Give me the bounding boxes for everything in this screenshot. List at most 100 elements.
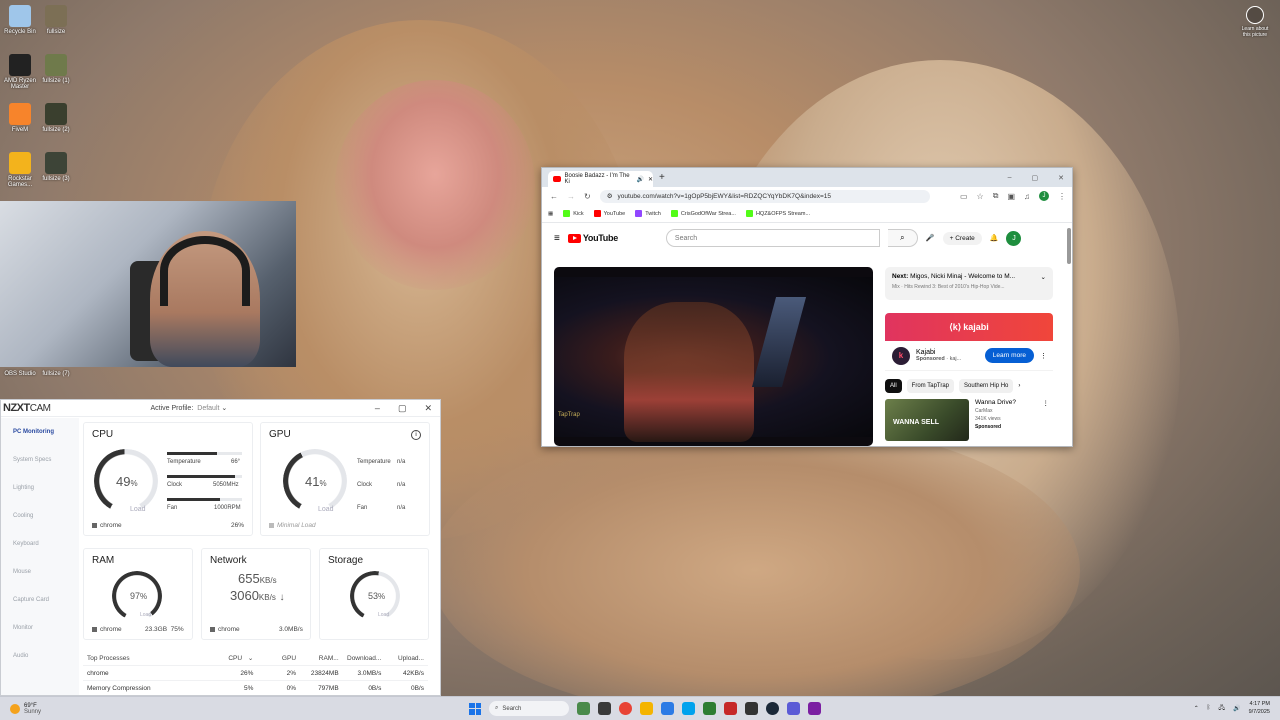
xbox-icon[interactable]	[703, 702, 716, 715]
column-header[interactable]: Download...	[343, 655, 386, 662]
speaker-icon[interactable]: 🔊	[636, 176, 643, 183]
ram-card[interactable]: RAM 97% Load chrome 23.3GB 75%	[83, 548, 193, 640]
new-tab-button[interactable]: +	[659, 172, 665, 183]
volume-icon[interactable]: 🔊	[1233, 705, 1240, 712]
learn-about-picture[interactable]: Learn about this picture	[1238, 6, 1272, 38]
desktop-icon-rockstar[interactable]: Rockstar Games...	[0, 152, 40, 188]
reload-icon[interactable]: ↻	[584, 192, 591, 201]
forward-icon[interactable]: →	[567, 192, 575, 201]
bookmark-crisgodofwar[interactable]: CrisGodOfWar Strea...	[670, 210, 736, 217]
bookmark-twitch[interactable]: Twitch	[635, 210, 661, 217]
bookmark-kick[interactable]: Kick	[563, 210, 584, 217]
extensions-icon[interactable]: ⧉	[993, 191, 999, 201]
browser-tab[interactable]: Boosie Badazz - I'm The Ki 🔊 ✕	[548, 171, 653, 187]
taskbar-app-icon[interactable]	[724, 702, 737, 715]
chevron-up-icon[interactable]: ⌃	[1194, 705, 1199, 712]
desktop-icon-amd-ryzen-master[interactable]: AMD Ryzen Master	[0, 54, 40, 90]
video-player[interactable]: TapTrap	[554, 267, 873, 446]
tab-close-icon[interactable]: ✕	[648, 176, 653, 183]
cpu-card[interactable]: CPU 49% Load Temperature 66° Clock 5050M…	[83, 422, 253, 536]
chevron-right-icon[interactable]: ›	[1018, 383, 1020, 389]
sidebar-item-capture-card[interactable]: Capture Card	[1, 586, 79, 614]
youtube-logo[interactable]: YouTube	[567, 233, 618, 243]
more-options-icon[interactable]: ⋮	[1043, 399, 1050, 441]
desktop-icon-fullsize[interactable]: fullsize	[36, 5, 76, 35]
column-header[interactable]: Upload...	[385, 655, 428, 662]
desktop-icon-fullsize-2[interactable]: fullsize (2)	[36, 103, 76, 133]
address-bar[interactable]: ⚙ youtube.com/watch?v=1gOpP5bjEWY&list=R…	[599, 189, 930, 203]
profile-avatar[interactable]: J	[1039, 191, 1049, 201]
taskbar-app-icon[interactable]	[598, 702, 611, 715]
sidebar-item-lighting[interactable]: Lighting	[1, 474, 79, 502]
chip-southern-hip-hop[interactable]: Southern Hip Ho	[959, 379, 1014, 393]
desktop-icon-fullsize-1[interactable]: fullsize (1)	[36, 54, 76, 84]
column-header[interactable]: CPU ⌄	[215, 654, 258, 662]
desktop-icon-fivem[interactable]: FiveM	[0, 103, 40, 133]
taskbar-app-icon[interactable]	[661, 702, 674, 715]
minimize-icon[interactable]: –	[1008, 174, 1012, 182]
desktop-icon-fullsize-7[interactable]: fullsize (7)	[36, 371, 76, 377]
chip-from-taptrap[interactable]: From TapTrap	[906, 379, 955, 393]
storage-card[interactable]: Storage 53% Load	[319, 548, 429, 640]
learn-more-button[interactable]: Learn more	[984, 348, 1034, 363]
sidebar-item-monitor[interactable]: Monitor	[1, 614, 79, 642]
bookmark-star-icon[interactable]: ☆	[977, 192, 984, 201]
taskbar-search[interactable]: ⌕ Search	[489, 701, 569, 716]
clock[interactable]: 4:17 PM 9/7/2025	[1249, 700, 1270, 716]
bluetooth-icon[interactable]: ᛒ	[1207, 705, 1211, 711]
minimize-icon[interactable]: –	[375, 403, 380, 414]
desktop-icon-recycle-bin[interactable]: Recycle Bin	[0, 5, 40, 35]
active-profile[interactable]: Active Profile: Default ⌄	[150, 404, 227, 412]
create-button[interactable]: + Create	[942, 231, 982, 245]
more-options-icon[interactable]: ⋮	[1040, 352, 1047, 360]
recommended-video[interactable]: WANNA SELL Wanna Drive? CarMax 341K view…	[885, 399, 1053, 441]
chip-all[interactable]: All	[885, 379, 902, 393]
sidebar-item-system-specs[interactable]: System Specs	[1, 446, 79, 474]
media-icon[interactable]: ♫	[1024, 192, 1030, 201]
site-info-icon[interactable]: ⚙	[607, 192, 613, 200]
taskbar-app-icon[interactable]	[577, 702, 590, 715]
weather-widget[interactable]: 69°F Sunny	[0, 703, 80, 715]
up-next-box[interactable]: Next: Migos, Nicki Minaj - Welcome to M.…	[885, 267, 1053, 300]
table-row[interactable]: Memory Compression 5% 0% 797MB 0B/s 0B/s	[83, 681, 428, 695]
maximize-icon[interactable]: ▢	[1032, 174, 1039, 182]
gpu-card[interactable]: GPU i 41% Load Temperature n/a Clock n/a…	[260, 422, 430, 536]
apps-icon[interactable]: ▦	[548, 211, 553, 217]
column-header[interactable]: GPU	[257, 655, 300, 662]
youtube-search-input[interactable]: Search	[665, 229, 880, 247]
taskbar-app-icon[interactable]	[787, 702, 800, 715]
split-view-icon[interactable]: ▣	[1007, 192, 1015, 201]
column-header[interactable]: RAM...	[300, 655, 343, 662]
close-icon[interactable]: ✕	[424, 403, 432, 414]
hamburger-menu-icon[interactable]: ≡	[554, 233, 560, 244]
youtube-avatar[interactable]: J	[1006, 230, 1022, 246]
nzxt-taskbar-icon[interactable]	[808, 702, 821, 715]
sidebar-item-mouse[interactable]: Mouse	[1, 558, 79, 586]
notifications-bell-icon[interactable]: 🔔	[990, 234, 999, 242]
windows-start-icon[interactable]	[469, 702, 481, 715]
search-icon[interactable]: ⌕	[887, 229, 918, 247]
taskbar-app-icon[interactable]	[682, 702, 695, 715]
network-icon[interactable]: 🖧	[1218, 703, 1225, 713]
microphone-icon[interactable]: 🎤	[926, 234, 935, 242]
cast-icon[interactable]: ▭	[960, 192, 968, 201]
chevron-down-icon[interactable]: ⌄	[1041, 273, 1046, 281]
info-icon[interactable]: i	[411, 430, 421, 440]
menu-icon[interactable]: ⋮	[1058, 192, 1066, 201]
file-explorer-icon[interactable]	[640, 702, 653, 715]
network-card[interactable]: Network 655KB/s 3060KB/s ↓ chrome 3.0MB/…	[201, 548, 311, 640]
page-scrollbar[interactable]	[1067, 228, 1071, 264]
bookmark-hqz[interactable]: HQZ&OFPS Stream...	[745, 210, 810, 217]
table-row[interactable]: chrome 26% 2% 23824MB 3.0MB/s 42KB/s	[83, 666, 428, 681]
bookmark-youtube[interactable]: YouTube	[593, 210, 625, 217]
sidebar-item-cooling[interactable]: Cooling	[1, 502, 79, 530]
maximize-icon[interactable]: ▢	[398, 403, 407, 414]
steam-icon[interactable]	[766, 702, 779, 715]
desktop-icon-fullsize-3[interactable]: fullsize (3)	[36, 152, 76, 182]
back-icon[interactable]: ←	[550, 192, 558, 201]
ad-banner[interactable]: ⟨k⟩ kajabi	[885, 313, 1053, 341]
taskbar-app-icon[interactable]	[745, 702, 758, 715]
sidebar-item-pc-monitoring[interactable]: PC Monitoring	[1, 418, 79, 446]
chrome-taskbar-icon[interactable]	[619, 702, 632, 715]
close-icon[interactable]: ✕	[1058, 174, 1064, 182]
